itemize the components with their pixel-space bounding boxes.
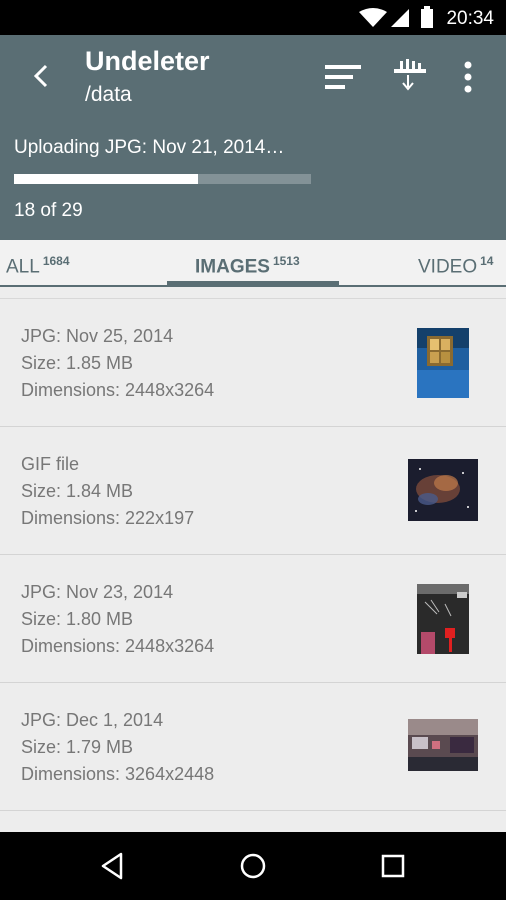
file-list[interactable]: JPG: Nov 25, 2014 Size: 1.85 MB Dimensio… [0, 298, 506, 833]
tab-all-label: ALL [6, 256, 40, 278]
list-item[interactable]: JPG: Nov 25, 2014 Size: 1.85 MB Dimensio… [0, 299, 506, 427]
signal-icon [391, 9, 409, 27]
home-nav-icon[interactable] [237, 850, 269, 882]
item-size: Size: 1.79 MB [21, 737, 134, 757]
tab-all-count: 1684 [42, 254, 70, 268]
item-title: JPG: Dec 1, 2014 [21, 710, 164, 730]
upload-count-text: 18 of 29 [14, 200, 83, 221]
item-title: JPG: Nov 25, 2014 [21, 326, 174, 346]
tab-bar: ALL 1684 IMAGES 1513 VIDEO 14 [0, 240, 506, 287]
item-dimensions: Dimensions: 2448x3264 [21, 380, 215, 400]
item-size: Size: 1.85 MB [21, 353, 134, 373]
item-dimensions: Dimensions: 222x197 [21, 508, 195, 528]
wifi-icon [359, 8, 387, 27]
back-arrow-icon[interactable] [26, 61, 56, 91]
list-item[interactable] [0, 811, 506, 833]
path-subtitle: /data [85, 83, 132, 106]
tab-images[interactable]: IMAGES 1513 [195, 254, 300, 278]
navigation-bar [0, 832, 506, 900]
item-title: JPG: Nov 23, 2014 [21, 582, 174, 602]
item-title: GIF file [21, 454, 80, 474]
item-size: Size: 1.80 MB [21, 609, 134, 629]
overflow-menu-icon[interactable] [448, 57, 488, 97]
upload-progress-bar [14, 174, 311, 184]
sort-icon[interactable] [323, 57, 363, 97]
back-nav-icon[interactable] [97, 850, 129, 882]
tab-video-label: VIDEO [418, 256, 478, 278]
list-item[interactable]: JPG: Dec 1, 2014 Size: 1.79 MB Dimension… [0, 683, 506, 811]
image-thumbnail[interactable] [408, 719, 478, 771]
recents-nav-icon[interactable] [377, 850, 409, 882]
image-thumbnail[interactable] [408, 459, 478, 521]
list-item[interactable]: JPG: Nov 23, 2014 Size: 1.80 MB Dimensio… [0, 555, 506, 683]
list-item[interactable]: GIF file Size: 1.84 MB Dimensions: 222x1… [0, 427, 506, 555]
upload-status-text: Uploading JPG: Nov 21, 2014… [14, 137, 285, 158]
item-dimensions: Dimensions: 2448x3264 [21, 636, 215, 656]
tab-video[interactable]: VIDEO 14 [418, 254, 493, 278]
item-dimensions: Dimensions: 3264x2448 [21, 764, 215, 784]
tab-all[interactable]: ALL 1684 [6, 254, 70, 278]
tab-video-count: 14 [480, 254, 494, 268]
battery-icon [421, 6, 433, 28]
app-title: Undeleter [85, 46, 210, 76]
image-thumbnail[interactable] [417, 584, 469, 654]
app-bar: Undeleter /data Uploading JPG: Nov 21, 2… [0, 35, 506, 240]
restore-files-icon[interactable] [390, 57, 430, 97]
tab-images-label: IMAGES [195, 256, 270, 278]
item-size: Size: 1.84 MB [21, 481, 134, 501]
image-thumbnail[interactable] [417, 328, 469, 398]
status-time: 20:34 [446, 8, 494, 29]
tab-images-count: 1513 [272, 254, 300, 268]
active-tab-indicator [167, 281, 339, 285]
status-bar: 20:34 [0, 0, 506, 35]
progress-fill [14, 174, 199, 184]
